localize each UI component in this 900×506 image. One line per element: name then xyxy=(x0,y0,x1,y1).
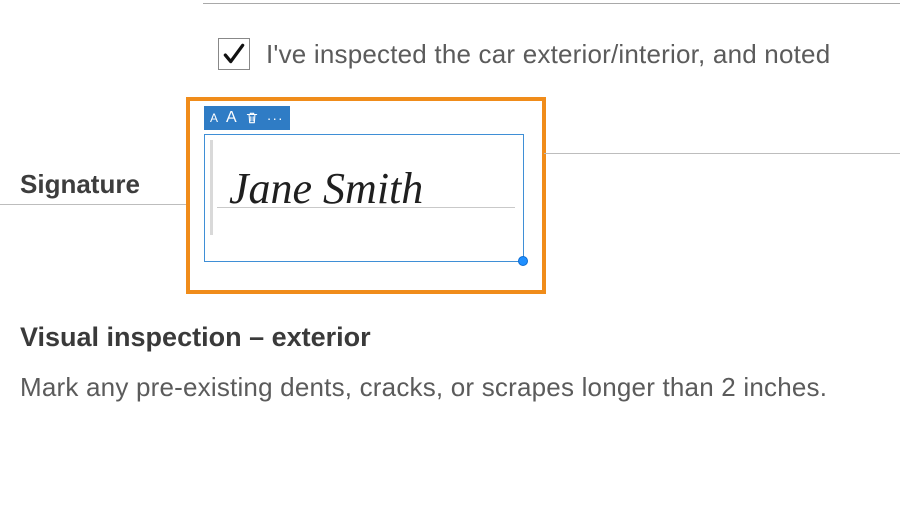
check-icon xyxy=(221,41,247,67)
section-heading: Visual inspection – exterior xyxy=(20,322,371,353)
trash-icon xyxy=(245,111,259,125)
signature-value: Jane Smith xyxy=(229,163,423,214)
more-options-button[interactable]: ··· xyxy=(267,111,284,125)
signature-line-left xyxy=(0,204,187,205)
inspection-checkbox[interactable] xyxy=(218,38,250,70)
delete-button[interactable] xyxy=(245,111,259,125)
font-increase-button[interactable]: A xyxy=(226,109,237,127)
signature-line-right xyxy=(544,153,900,154)
inspection-checkbox-label: I've inspected the car exterior/interior… xyxy=(266,39,830,70)
signature-row: Signature A A ··· Jane Smith xyxy=(0,97,900,297)
section-body: Mark any pre-existing dents, cracks, or … xyxy=(20,372,827,403)
inspection-checkbox-row: I've inspected the car exterior/interior… xyxy=(218,38,900,70)
text-cursor-margin xyxy=(210,140,213,235)
signature-label: Signature xyxy=(20,169,140,200)
font-decrease-button[interactable]: A xyxy=(210,111,218,125)
signature-field-highlight: A A ··· Jane Smith xyxy=(186,97,546,294)
field-divider xyxy=(203,0,900,4)
resize-handle[interactable] xyxy=(518,256,528,266)
signature-input-frame[interactable]: Jane Smith xyxy=(204,134,524,262)
signature-toolbar: A A ··· xyxy=(204,106,290,130)
